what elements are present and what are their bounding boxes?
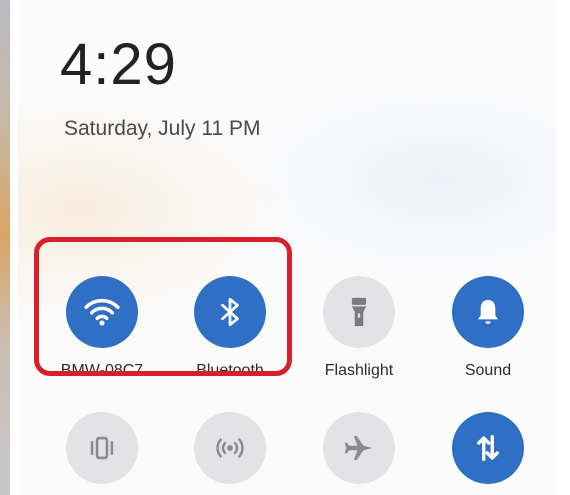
- wallpaper-edge: [0, 0, 10, 495]
- mobile-data-toggle[interactable]: [452, 412, 524, 484]
- airplane-icon: [341, 430, 377, 466]
- sound-tile[interactable]: Sound: [428, 276, 548, 396]
- clock-time: 4:29: [60, 32, 177, 97]
- vibrate-tile[interactable]: [42, 412, 162, 495]
- airplane-tile[interactable]: [299, 412, 419, 495]
- hotspot-tile[interactable]: [170, 412, 290, 495]
- vibrate-icon: [85, 431, 119, 465]
- clock-date: Saturday, July 11 PM: [64, 117, 261, 140]
- sound-toggle[interactable]: [452, 276, 524, 348]
- flashlight-tile[interactable]: Flashlight: [299, 276, 419, 396]
- flashlight-icon: [344, 295, 374, 329]
- vibrate-toggle[interactable]: [66, 412, 138, 484]
- flashlight-label: Flashlight: [324, 362, 394, 379]
- screen-edge: [556, 0, 570, 495]
- flashlight-toggle[interactable]: [323, 276, 395, 348]
- hotspot-icon: [212, 431, 248, 465]
- mobile-data-icon: [471, 430, 505, 466]
- bell-icon: [472, 295, 504, 329]
- highlight-annotation: [34, 237, 292, 376]
- hotspot-toggle[interactable]: [194, 412, 266, 484]
- mobile-data-tile[interactable]: [428, 412, 548, 495]
- airplane-toggle[interactable]: [323, 412, 395, 484]
- sound-label: Sound: [464, 362, 512, 379]
